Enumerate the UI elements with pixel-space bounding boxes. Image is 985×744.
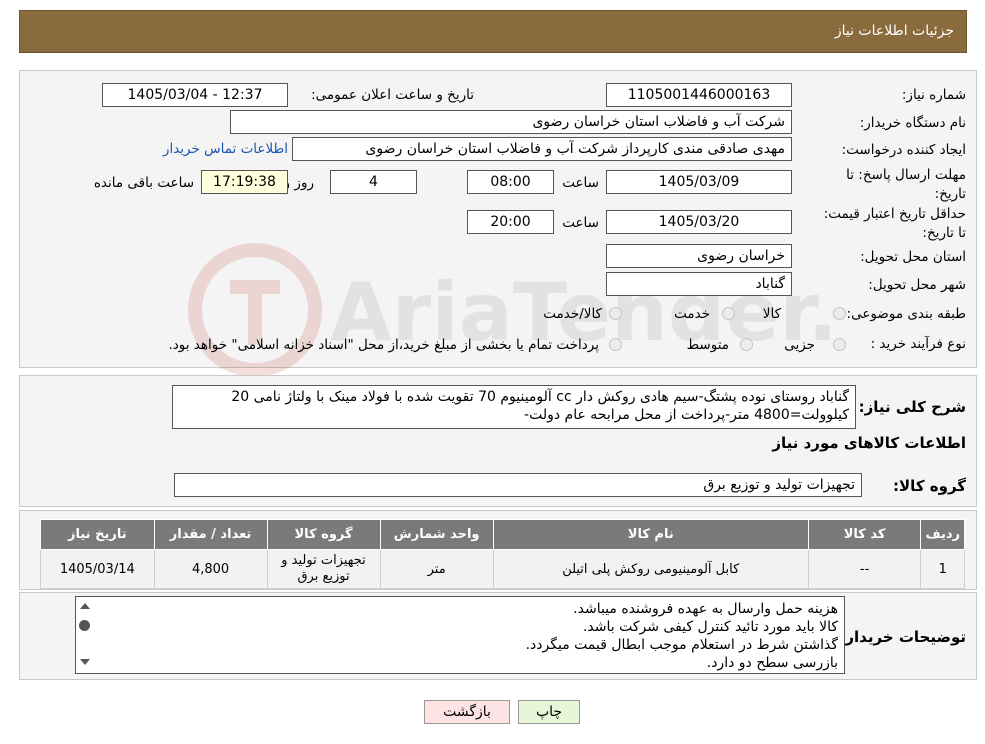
city-field: گناباد <box>606 272 792 296</box>
price-validity-label: حداقل تاریخ اعتبار قیمت: تا تاریخ: <box>823 206 966 241</box>
category-goods-service-label: کالا/خدمت <box>543 306 602 322</box>
col-qty-header: تعداد / مقدار <box>153 519 268 550</box>
province-label: استان محل تحویل: <box>860 249 966 265</box>
process-treasury-note: پرداخت تمام یا بخشی از مبلغ خرید،از محل … <box>168 337 599 353</box>
requester-field: مهدی صادقی مندی کارپرداز شرکت آب و فاضلا… <box>292 137 792 161</box>
buyer-note-line-4: بازرسی سطح دو دارد. <box>706 655 838 671</box>
row-index: 1 <box>920 549 965 589</box>
col-name-header: نام کالا <box>492 519 809 550</box>
table-row: 1 -- کابل آلومینیومی روکش پلی اتیلن متر … <box>40 549 965 589</box>
summary-line-2: کیلوولت=4800 متر-پرداخت از محل مرابحه عا… <box>524 407 849 423</box>
col-group-header: گروه کالا <box>266 519 381 550</box>
buyer-notes-text: هزینه حمل وارسال به عهده فروشنده میباشد.… <box>98 600 838 672</box>
buyer-org-label: نام دستگاه خریدار: <box>859 115 966 131</box>
goods-group-label: گروه کالا: <box>893 477 966 495</box>
scroll-up-icon[interactable] <box>80 603 90 609</box>
days-label: روز و <box>283 175 314 191</box>
reply-date-field: 1405/03/09 <box>606 170 792 194</box>
remaining-label: ساعت باقی مانده <box>93 175 194 191</box>
reply-time-label: ساعت <box>562 175 599 191</box>
page-title: جزئیات اطلاعات نیاز <box>834 23 954 39</box>
buyer-notes-label: توضیحات خریدار: <box>839 628 966 646</box>
items-table: ردیف کد کالا نام کالا واحد شمارش گروه کا… <box>40 519 965 589</box>
category-service-label: خدمت <box>674 306 710 322</box>
reply-time-field: 08:00 <box>467 170 554 194</box>
item-code: -- <box>807 549 922 589</box>
items-table-header: ردیف کد کالا نام کالا واحد شمارش گروه کا… <box>40 519 965 550</box>
category-service-radio[interactable] <box>722 307 735 320</box>
process-treasury-radio[interactable] <box>609 338 622 351</box>
item-name: کابل آلومینیومی روکش پلی اتیلن <box>492 549 809 589</box>
print-button[interactable]: چاپ <box>518 700 580 724</box>
buyer-notes-textarea[interactable]: هزینه حمل وارسال به عهده فروشنده میباشد.… <box>75 596 845 674</box>
process-minor-label: جزیی <box>784 337 815 353</box>
summary-textarea[interactable]: گناباد روستای نوده پشتگ-سیم هادی روکش دا… <box>172 385 856 429</box>
item-group: تجهیزات تولید و توزیع برق <box>266 549 381 589</box>
announce-label: تاریخ و ساعت اعلان عمومی: <box>311 87 474 103</box>
item-unit: متر <box>379 549 494 589</box>
scroll-thumb[interactable] <box>79 620 90 631</box>
process-medium-label: متوسط <box>686 337 729 353</box>
price-date-field: 1405/03/20 <box>606 210 792 234</box>
summary-label: شرح کلی نیاز: <box>858 398 966 416</box>
remaining-time-field: 17:19:38 <box>201 170 288 194</box>
process-label: نوع فرآیند خرید : <box>870 336 966 352</box>
back-button[interactable]: بازگشت <box>424 700 510 724</box>
process-minor-radio[interactable] <box>833 338 846 351</box>
col-code-header: کد کالا <box>807 519 922 550</box>
category-label: طبقه بندی موضوعی: <box>846 306 966 322</box>
item-qty: 4,800 <box>153 549 268 589</box>
buyer-note-line-2: کالا باید مورد تائید کنترل کیفی شرکت باش… <box>582 619 838 635</box>
need-number-label: شماره نیاز: <box>901 87 966 103</box>
notes-scrollbar[interactable] <box>76 597 94 673</box>
process-medium-radio[interactable] <box>740 338 753 351</box>
reply-deadline-label: مهلت ارسال پاسخ: تا تاریخ: <box>846 167 966 202</box>
city-label: شهر محل تحویل: <box>868 277 966 293</box>
goods-group-field: تجهیزات تولید و توزیع برق <box>174 473 862 497</box>
col-unit-header: واحد شمارش <box>379 519 494 550</box>
announce-datetime-field: 1405/03/04 - 12:37 <box>102 83 288 107</box>
col-date-header: تاریخ نیاز <box>40 519 155 550</box>
need-number-field: 1105001446000163 <box>606 83 792 107</box>
buyer-contact-link[interactable]: اطلاعات تماس خریدار <box>163 141 288 157</box>
col-row-header: ردیف <box>920 519 965 550</box>
buyer-org-field: شرکت آب و فاضلاب استان خراسان رضوی <box>230 110 792 134</box>
category-goods-label: کالا <box>762 306 781 322</box>
scroll-down-icon[interactable] <box>80 659 90 665</box>
price-time-label: ساعت <box>562 215 599 231</box>
summary-line-1: گناباد روستای نوده پشتگ-سیم هادی روکش دا… <box>231 389 849 405</box>
buyer-note-line-3: گذاشتن شرط در استعلام موجب ابطال قیمت می… <box>525 637 838 653</box>
item-need-date: 1405/03/14 <box>40 549 155 589</box>
goods-info-title: اطلاعات کالاهای مورد نیاز <box>772 434 966 452</box>
province-field: خراسان رضوی <box>606 244 792 268</box>
buyer-note-line-1: هزینه حمل وارسال به عهده فروشنده میباشد. <box>573 601 838 617</box>
price-time-field: 20:00 <box>467 210 554 234</box>
category-goods-radio[interactable] <box>833 307 846 320</box>
category-goods-service-radio[interactable] <box>609 307 622 320</box>
days-remaining-field: 4 <box>330 170 417 194</box>
page-header: جزئیات اطلاعات نیاز <box>19 10 967 53</box>
requester-label: ایجاد کننده درخواست: <box>841 142 966 158</box>
